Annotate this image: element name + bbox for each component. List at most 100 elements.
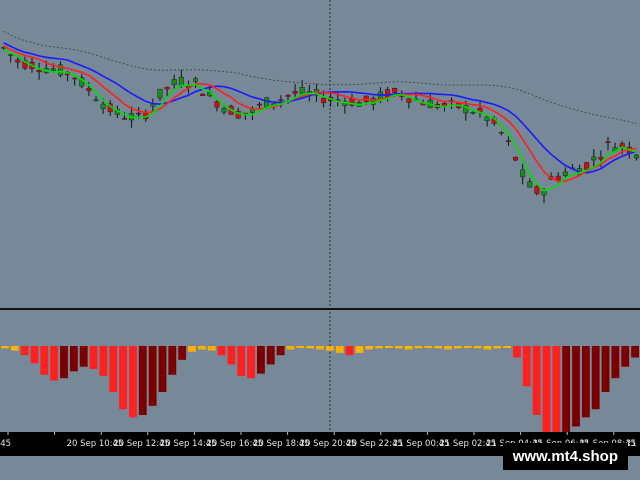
histogram-bar	[552, 346, 561, 432]
candle-body	[498, 131, 504, 134]
histogram-bar	[50, 346, 59, 381]
histogram-bar	[601, 346, 610, 392]
candle-body	[50, 68, 56, 71]
histogram-bar	[60, 346, 68, 379]
histogram-bar	[227, 346, 236, 365]
histogram-bar	[621, 346, 630, 367]
histogram-bar	[325, 346, 334, 351]
candle-body	[591, 156, 597, 161]
chart-root: 8:4520 Sep 10:4520 Sep 12:4520 Sep 14:45…	[0, 0, 640, 480]
histogram-bar	[375, 346, 383, 349]
histogram-bar	[129, 346, 137, 418]
histogram-bar	[424, 346, 433, 348]
candle-body	[157, 88, 163, 99]
histogram-bar	[207, 346, 216, 351]
histogram-bar	[444, 346, 452, 350]
candle-body	[100, 103, 106, 109]
histogram-bar	[591, 346, 600, 410]
histogram-bar	[79, 346, 88, 367]
candle-body	[470, 111, 476, 114]
watermark: www.mt4.shop	[502, 443, 628, 470]
candle-body	[221, 108, 227, 113]
histogram-bar	[503, 346, 511, 348]
candle-body	[171, 79, 177, 85]
candle-body	[520, 169, 526, 178]
histogram-bar	[581, 346, 590, 418]
oscillator-chart	[0, 312, 640, 432]
candle-body	[584, 162, 590, 170]
histogram-bar	[1, 346, 9, 349]
histogram-bar	[247, 346, 255, 379]
candle-body	[86, 87, 92, 91]
histogram-bar	[148, 346, 157, 406]
histogram-bar	[266, 346, 275, 365]
histogram-bar	[188, 346, 196, 352]
histogram-bar	[286, 346, 295, 350]
histogram-bar	[513, 346, 521, 358]
candle-body	[633, 154, 639, 159]
histogram-bar	[473, 346, 482, 349]
histogram-bar	[197, 346, 206, 350]
histogram-bar	[335, 346, 344, 353]
histogram-bar	[522, 346, 531, 387]
histogram-bar	[493, 346, 502, 349]
histogram-bar	[306, 346, 315, 349]
candle-body	[598, 156, 604, 160]
candle-body	[278, 99, 284, 101]
candle-body	[505, 140, 511, 142]
histogram-bar	[168, 346, 177, 375]
price-chart	[0, 0, 640, 310]
histogram-bar	[355, 346, 364, 353]
x-tick-label: 8:45	[0, 439, 11, 449]
histogram-bar	[109, 346, 118, 392]
candle-body	[285, 94, 291, 97]
candle-body	[200, 93, 206, 96]
candle-body	[534, 186, 540, 194]
histogram-bar	[434, 346, 443, 349]
candle-body	[605, 141, 611, 144]
candle-body	[178, 76, 184, 86]
histogram-bar	[316, 346, 324, 350]
histogram-bar	[69, 346, 78, 372]
candle-body	[484, 116, 490, 122]
histogram-bar	[631, 346, 639, 358]
candle-body	[164, 86, 170, 90]
histogram-bar	[483, 346, 492, 350]
histogram-bar	[611, 346, 620, 379]
candle-body	[562, 171, 568, 176]
histogram-bar	[237, 346, 246, 376]
candle-body	[93, 99, 99, 102]
candle-body	[363, 95, 369, 102]
candle-body	[257, 103, 263, 106]
candle-body	[541, 190, 547, 196]
histogram-bar	[532, 346, 541, 415]
histogram-bar	[542, 346, 551, 432]
histogram-bar	[99, 346, 108, 376]
candle-body	[214, 101, 220, 108]
candle-body	[392, 88, 398, 93]
candle-body	[406, 98, 412, 103]
histogram-bar	[385, 346, 393, 348]
histogram-bar	[365, 346, 374, 350]
histogram-bar	[276, 346, 285, 356]
histogram-bar	[394, 346, 403, 349]
candle-body	[292, 91, 298, 94]
histogram-bar	[217, 346, 226, 356]
histogram-bar	[453, 346, 462, 349]
histogram-bar	[178, 346, 187, 360]
histogram-bar	[30, 346, 39, 364]
candle-body	[513, 156, 519, 161]
histogram-bar	[414, 346, 423, 349]
candle-body	[15, 59, 21, 63]
histogram-bar	[296, 346, 305, 348]
histogram-bar	[345, 346, 354, 356]
histogram-bar	[257, 346, 265, 374]
histogram-bar	[562, 346, 571, 432]
histogram-bar	[119, 346, 127, 410]
histogram-bar	[40, 346, 49, 375]
candle-body	[299, 87, 305, 95]
histogram-bar	[20, 346, 29, 356]
candle-body	[8, 54, 14, 56]
histogram-bar	[138, 346, 147, 415]
candle-body	[36, 70, 42, 73]
